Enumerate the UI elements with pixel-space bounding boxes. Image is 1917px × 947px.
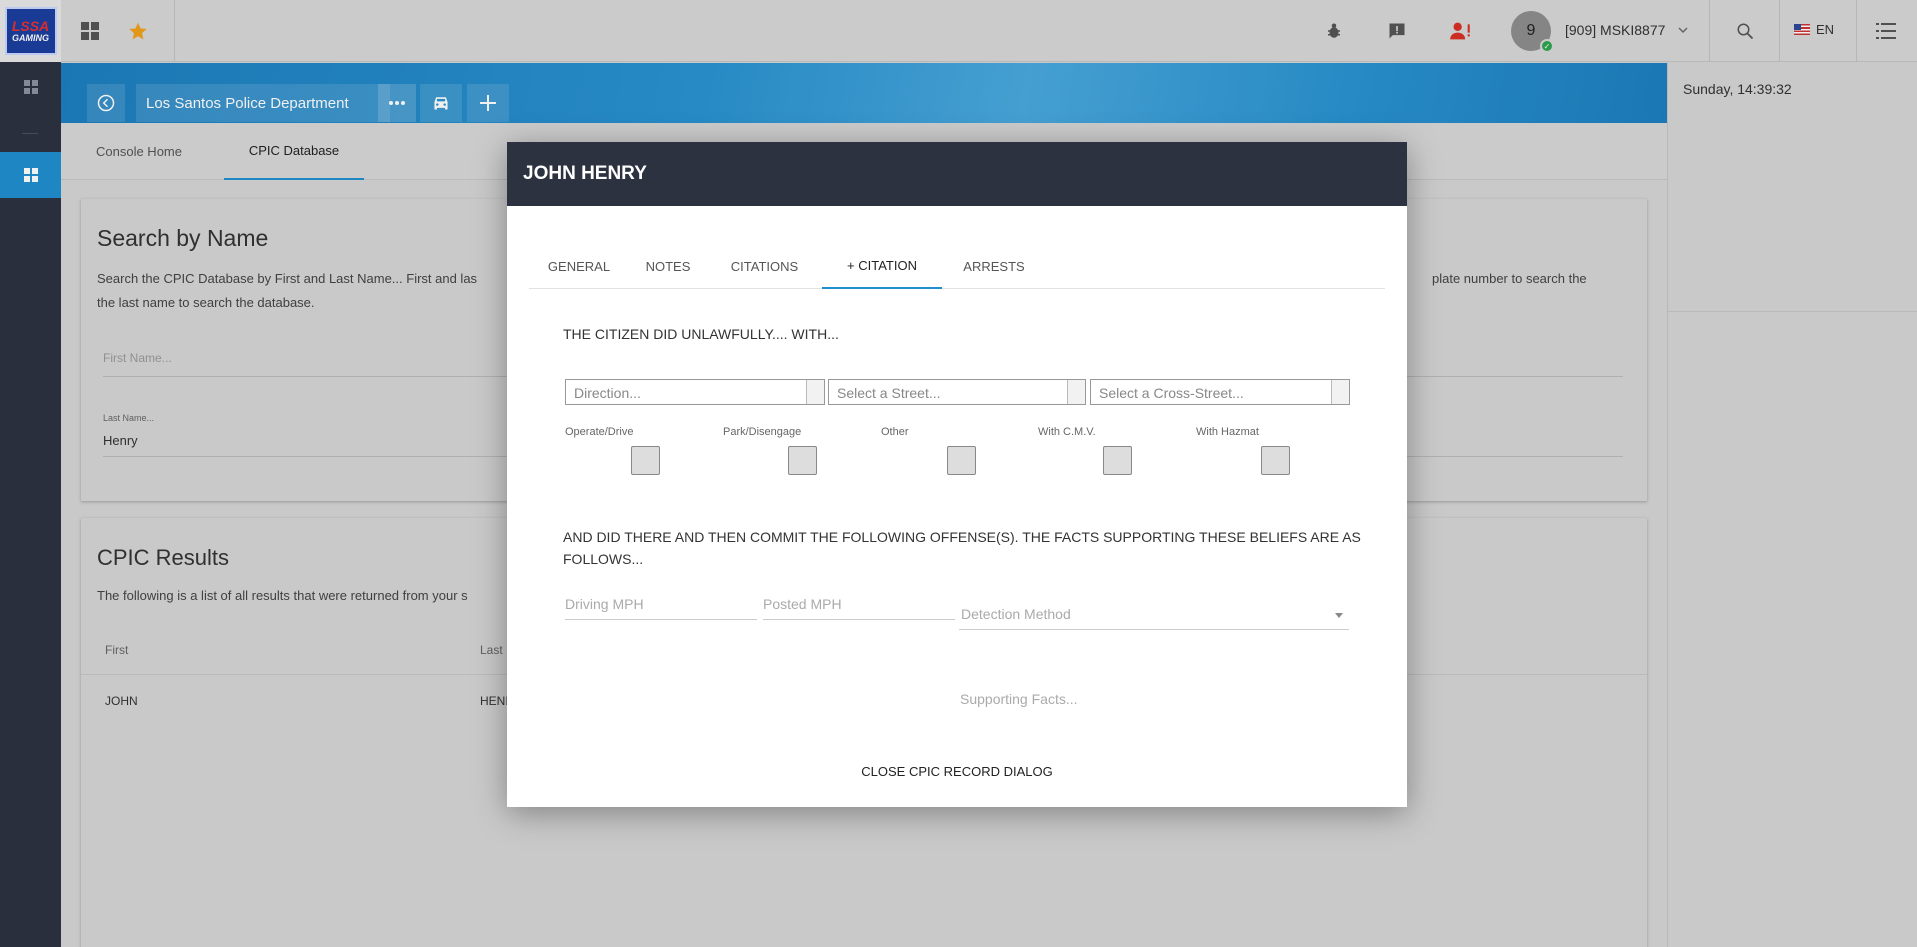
tab-add-citation[interactable]: + CITATION <box>822 244 942 289</box>
operate-drive-checkbox[interactable] <box>631 446 660 475</box>
select-arrow <box>806 380 824 404</box>
close-dialog-button[interactable]: CLOSE CPIC RECORD DIALOG <box>507 764 1407 779</box>
cross-street-placeholder: Select a Cross-Street... <box>1099 385 1244 401</box>
driving-mph-field[interactable]: Driving MPH <box>565 593 757 620</box>
park-disengage-checkbox[interactable] <box>788 446 817 475</box>
offense-statement: AND DID THERE AND THEN COMMIT THE FOLLOW… <box>563 529 1361 567</box>
checkbox-group-hazmat: With Hazmat <box>1196 426 1326 475</box>
street-placeholder: Select a Street... <box>837 385 941 401</box>
street-select[interactable]: Select a Street... <box>828 379 1086 405</box>
checkbox-group-cmv: With C.M.V. <box>1038 426 1168 475</box>
tab-general[interactable]: GENERAL <box>529 244 629 289</box>
detection-method-select[interactable]: Detection Method <box>959 603 1349 630</box>
caret-down-icon <box>1335 613 1343 618</box>
tab-notes[interactable]: NOTES <box>629 244 707 289</box>
checkbox-label: With Hazmat <box>1196 426 1259 438</box>
other-checkbox[interactable] <box>947 446 976 475</box>
checkbox-label: With C.M.V. <box>1038 426 1096 438</box>
cpic-record-dialog: JOHN HENRY GENERAL NOTES CITATIONS + CIT… <box>507 142 1407 807</box>
checkbox-group-other: Other <box>881 426 1011 475</box>
select-arrow <box>1067 380 1085 404</box>
dialog-title: JOHN HENRY <box>507 142 1407 206</box>
dialog-tabs: GENERAL NOTES CITATIONS + CITATION ARRES… <box>529 244 1385 289</box>
checkbox-label: Park/Disengage <box>723 426 802 438</box>
detection-method-label: Detection Method <box>961 606 1071 622</box>
cross-street-select[interactable]: Select a Cross-Street... <box>1090 379 1350 405</box>
checkbox-label: Operate/Drive <box>565 426 634 438</box>
tab-citations[interactable]: CITATIONS <box>707 244 822 289</box>
with-hazmat-checkbox[interactable] <box>1261 446 1290 475</box>
checkbox-group-operate: Operate/Drive <box>565 426 695 475</box>
with-cmv-checkbox[interactable] <box>1103 446 1132 475</box>
checkbox-label: Other <box>881 426 909 438</box>
checkbox-group-park: Park/Disengage <box>723 426 853 475</box>
select-arrow <box>1331 380 1349 404</box>
direction-select[interactable]: Direction... <box>565 379 825 405</box>
tab-arrests[interactable]: ARRESTS <box>942 244 1046 289</box>
supporting-facts-field[interactable]: Supporting Facts... <box>960 691 1350 711</box>
direction-placeholder: Direction... <box>574 385 641 401</box>
unlawful-statement: THE CITIZEN DID UNLAWFULLY.... WITH... <box>563 326 839 342</box>
posted-mph-field[interactable]: Posted MPH <box>763 593 955 620</box>
